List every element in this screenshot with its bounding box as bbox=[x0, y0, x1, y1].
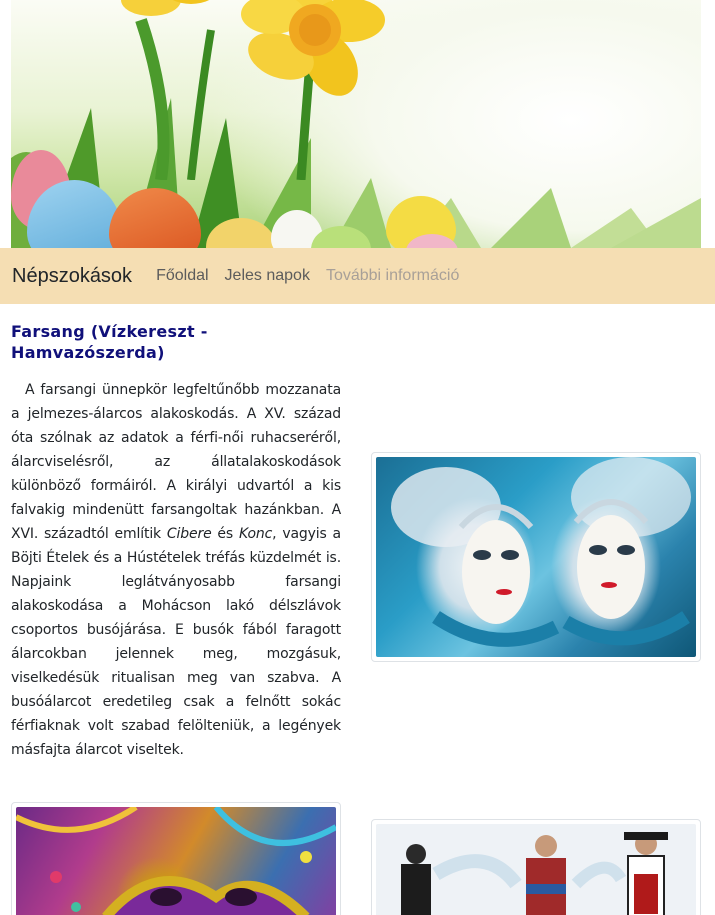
nav-link-more-info[interactable]: További információ bbox=[326, 267, 459, 285]
paragraph-italic-konc: Konc bbox=[238, 526, 273, 542]
folk-dancers-thumbnail bbox=[371, 819, 701, 915]
article-title: Farsang (Vízkereszt - Hamvazószerda) bbox=[11, 322, 208, 362]
folk-dancers-image bbox=[376, 824, 696, 915]
masks-graphic bbox=[391, 457, 691, 647]
paragraph-italic-cibere: Cibere bbox=[166, 526, 212, 542]
paragraph-text-1: A farsangi ünnepkör legfeltűnőbb mozzana… bbox=[11, 382, 341, 542]
venetian-masks-thumbnail bbox=[371, 452, 701, 662]
carnival-mask-thumbnail bbox=[11, 802, 341, 915]
venetian-masks-image bbox=[376, 457, 696, 657]
nav-link-holidays[interactable]: Jeles napok bbox=[225, 267, 310, 285]
hero-image bbox=[11, 0, 701, 248]
paragraph-text-3: , vagyis a Böjti Ételek és a Hústételek … bbox=[11, 526, 341, 758]
carnival-mask-image bbox=[16, 807, 336, 915]
navbar-brand[interactable]: Népszokások bbox=[12, 265, 132, 288]
article-paragraph: A farsangi ünnepkör legfeltűnőbb mozzana… bbox=[11, 378, 341, 762]
navbar: Népszokások Főoldal Jeles napok További … bbox=[0, 248, 715, 304]
paragraph-text-2: és bbox=[211, 526, 239, 542]
dancers-graphic bbox=[376, 824, 696, 915]
carnival-graphic bbox=[16, 807, 336, 915]
daffodil-graphic bbox=[121, 0, 385, 180]
nav-link-home[interactable]: Főoldal bbox=[156, 267, 208, 285]
